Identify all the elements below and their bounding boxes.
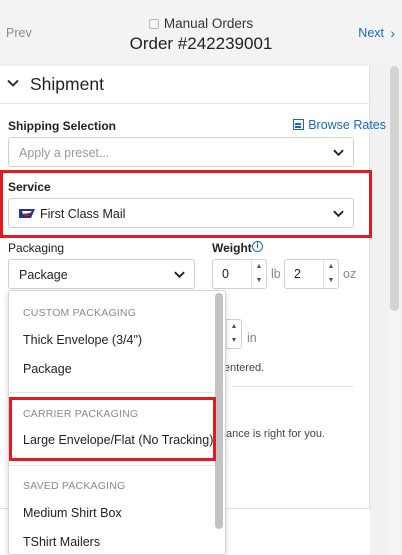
packaging-hint-text: ance is right for you. bbox=[226, 428, 326, 440]
dropdown-group-saved: SAVED PACKAGING bbox=[23, 480, 126, 492]
weight-lb-stepper[interactable]: ▲ ▼ bbox=[251, 260, 266, 288]
preset-select[interactable]: Apply a preset... bbox=[8, 137, 354, 167]
service-label: Service bbox=[8, 180, 51, 194]
packaging-select[interactable]: Package bbox=[8, 259, 195, 289]
chevron-down-icon[interactable] bbox=[7, 77, 19, 89]
usps-eagle-icon bbox=[19, 209, 35, 218]
weight-label: Weight bbox=[212, 241, 252, 255]
shipment-section-header[interactable]: Shipment bbox=[0, 66, 370, 104]
chevron-up-icon bbox=[174, 271, 185, 279]
dropdown-option[interactable]: Thick Envelope (3/4") bbox=[23, 333, 142, 347]
subtitle-text: Manual Orders bbox=[163, 16, 254, 31]
dimension-stepper[interactable]: ▲ ▼ bbox=[226, 320, 241, 348]
weight-oz-stepper[interactable]: ▲ ▼ bbox=[323, 260, 338, 288]
divider bbox=[232, 386, 354, 387]
stepper-up-icon[interactable]: ▲ bbox=[227, 320, 241, 334]
service-select[interactable]: First Class Mail bbox=[8, 198, 354, 228]
weight-lb-value: 0 bbox=[222, 267, 229, 281]
order-header: Prev Manual Orders Order #242239001 Next… bbox=[0, 0, 402, 64]
dropdown-group-custom: CUSTOM PACKAGING bbox=[23, 307, 137, 319]
service-value: First Class Mail bbox=[40, 207, 126, 221]
dropdown-option[interactable]: Medium Shirt Box bbox=[23, 506, 122, 520]
dropdown-divider bbox=[9, 392, 215, 393]
dimension-unit: in bbox=[247, 331, 257, 345]
page-scrollbar[interactable] bbox=[390, 66, 399, 311]
browse-rates-label: Browse Rates bbox=[308, 118, 386, 132]
info-icon[interactable]: i bbox=[252, 241, 263, 252]
weight-oz-input[interactable]: 2 ▲ ▼ bbox=[284, 259, 339, 289]
page-subtitle: Manual Orders bbox=[0, 16, 402, 31]
chevron-down-icon bbox=[333, 149, 344, 157]
weight-lb-unit: lb bbox=[271, 267, 281, 281]
weight-oz-unit: oz bbox=[343, 267, 357, 281]
stepper-up-icon[interactable]: ▲ bbox=[324, 260, 338, 274]
preset-placeholder: Apply a preset... bbox=[19, 146, 110, 160]
stepper-down-icon[interactable]: ▼ bbox=[252, 274, 266, 288]
dropdown-option[interactable]: TShirt Mailers bbox=[23, 535, 100, 549]
weight-lb-input[interactable]: 0 ▲ ▼ bbox=[212, 259, 267, 289]
dropdown-divider bbox=[9, 465, 215, 466]
weight-oz-value: 2 bbox=[294, 267, 301, 281]
package-icon bbox=[148, 19, 159, 29]
section-title: Shipment bbox=[30, 74, 104, 94]
carrier-packaging-highlight-box bbox=[9, 397, 216, 461]
page-title: Order #242239001 bbox=[129, 34, 273, 53]
stepper-down-icon[interactable]: ▼ bbox=[324, 274, 338, 288]
chevron-right-icon[interactable]: › bbox=[390, 25, 395, 41]
packaging-label: Packaging bbox=[8, 241, 65, 255]
dropdown-scrollbar[interactable] bbox=[215, 293, 223, 529]
browse-rates-link[interactable]: Browse Rates bbox=[293, 118, 386, 132]
dropdown-option[interactable]: Package bbox=[23, 362, 72, 376]
shipping-selection-label: Shipping Selection bbox=[8, 119, 117, 133]
next-button[interactable]: Next bbox=[358, 26, 384, 40]
calculator-icon bbox=[293, 119, 305, 130]
chevron-down-icon bbox=[333, 210, 344, 218]
packaging-value: Package bbox=[19, 268, 68, 282]
stepper-down-icon[interactable]: ▼ bbox=[227, 334, 241, 348]
stepper-up-icon[interactable]: ▲ bbox=[252, 260, 266, 274]
